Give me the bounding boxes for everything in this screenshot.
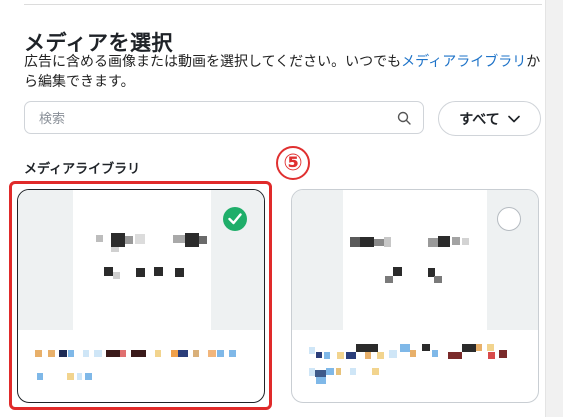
search-field[interactable] (24, 101, 424, 134)
filter-label: すべて (459, 111, 500, 128)
unselected-radio-icon[interactable] (497, 207, 521, 231)
search-icon[interactable] (397, 111, 411, 125)
annotation-highlight-box (9, 181, 272, 410)
chevron-down-icon (507, 115, 520, 122)
media-library-link[interactable]: メディアライブラリ (401, 54, 526, 70)
media-meta (292, 330, 538, 402)
panel-description: 広告に含める画像または動画を選択してください。いつでもメディアライブラリから編集… (24, 52, 544, 92)
search-input[interactable] (37, 109, 381, 129)
section-label: メディアライブラリ (24, 162, 141, 177)
thumbnail-page (343, 190, 487, 330)
step-number-badge: ⑤ (276, 146, 310, 180)
description-text: 広告に含める画像または動画を選択してください。いつでも (24, 54, 402, 70)
top-divider (24, 4, 542, 5)
scrollbar-track[interactable] (545, 0, 563, 417)
media-type-filter-dropdown[interactable]: すべて (438, 101, 541, 136)
media-card-2[interactable] (291, 189, 539, 403)
